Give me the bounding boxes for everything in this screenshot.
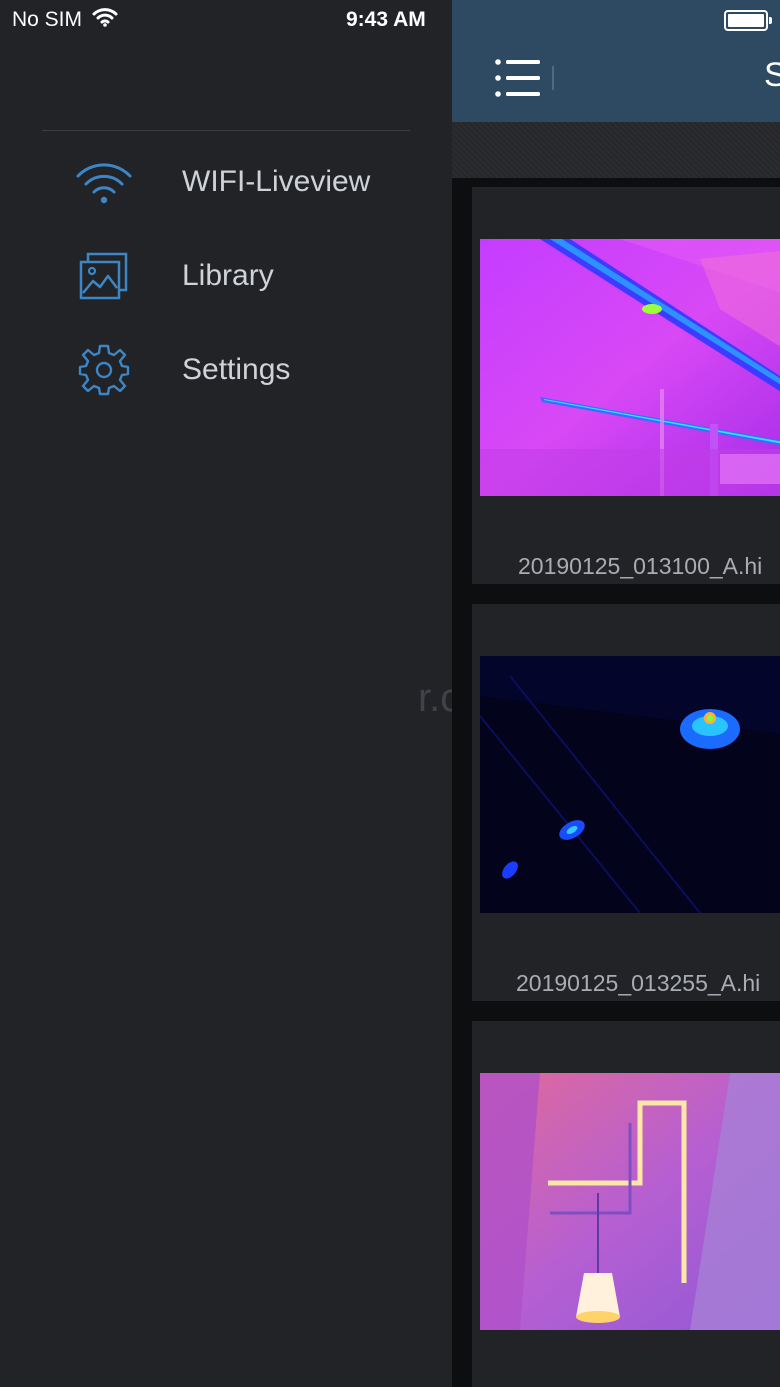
menu-item-label: WIFI-Liveview <box>182 165 371 198</box>
main-content: S 20190125_013100_A.hi 20190125_013255_A… <box>452 0 780 1387</box>
carrier-label: No SIM <box>12 8 83 31</box>
file-card[interactable]: 20190125_013100_A.hi <box>472 187 780 584</box>
file-card[interactable] <box>472 1021 780 1387</box>
status-time: 9:43 AM <box>346 8 426 31</box>
menu-toggle-button[interactable] <box>492 56 544 100</box>
drawer-divider <box>42 130 410 131</box>
list-menu-icon <box>495 59 540 97</box>
gallery-icon <box>74 246 134 306</box>
menu-item-label: Settings <box>182 353 291 386</box>
wifi-signal-icon <box>92 7 118 33</box>
gear-icon <box>74 340 134 400</box>
file-name: 20190125_013255_A.hi <box>516 970 761 996</box>
menu-item-label: Library <box>182 259 274 292</box>
status-bar-left: No SIM <box>12 8 118 32</box>
file-card[interactable]: 20190125_013255_A.hi <box>472 604 780 1001</box>
navigation-bar: S <box>452 0 780 122</box>
thermal-thumbnail <box>480 656 780 913</box>
menu-item-library[interactable]: Library <box>0 236 452 316</box>
nav-separator <box>552 66 554 90</box>
wifi-icon <box>74 152 134 212</box>
page-title: S <box>764 56 780 94</box>
navigation-drawer: No SIM 9:43 AM WIFI-Liveview Library Set… <box>0 0 516 1387</box>
menu-item-settings[interactable]: Settings <box>0 330 452 410</box>
thermal-thumbnail <box>480 239 780 496</box>
toolbar-strip <box>452 122 780 178</box>
thermal-thumbnail <box>480 1073 780 1330</box>
battery-icon <box>724 10 772 31</box>
menu-item-wifi-liveview[interactable]: WIFI-Liveview <box>0 142 452 222</box>
file-name: 20190125_013100_A.hi <box>518 553 763 579</box>
